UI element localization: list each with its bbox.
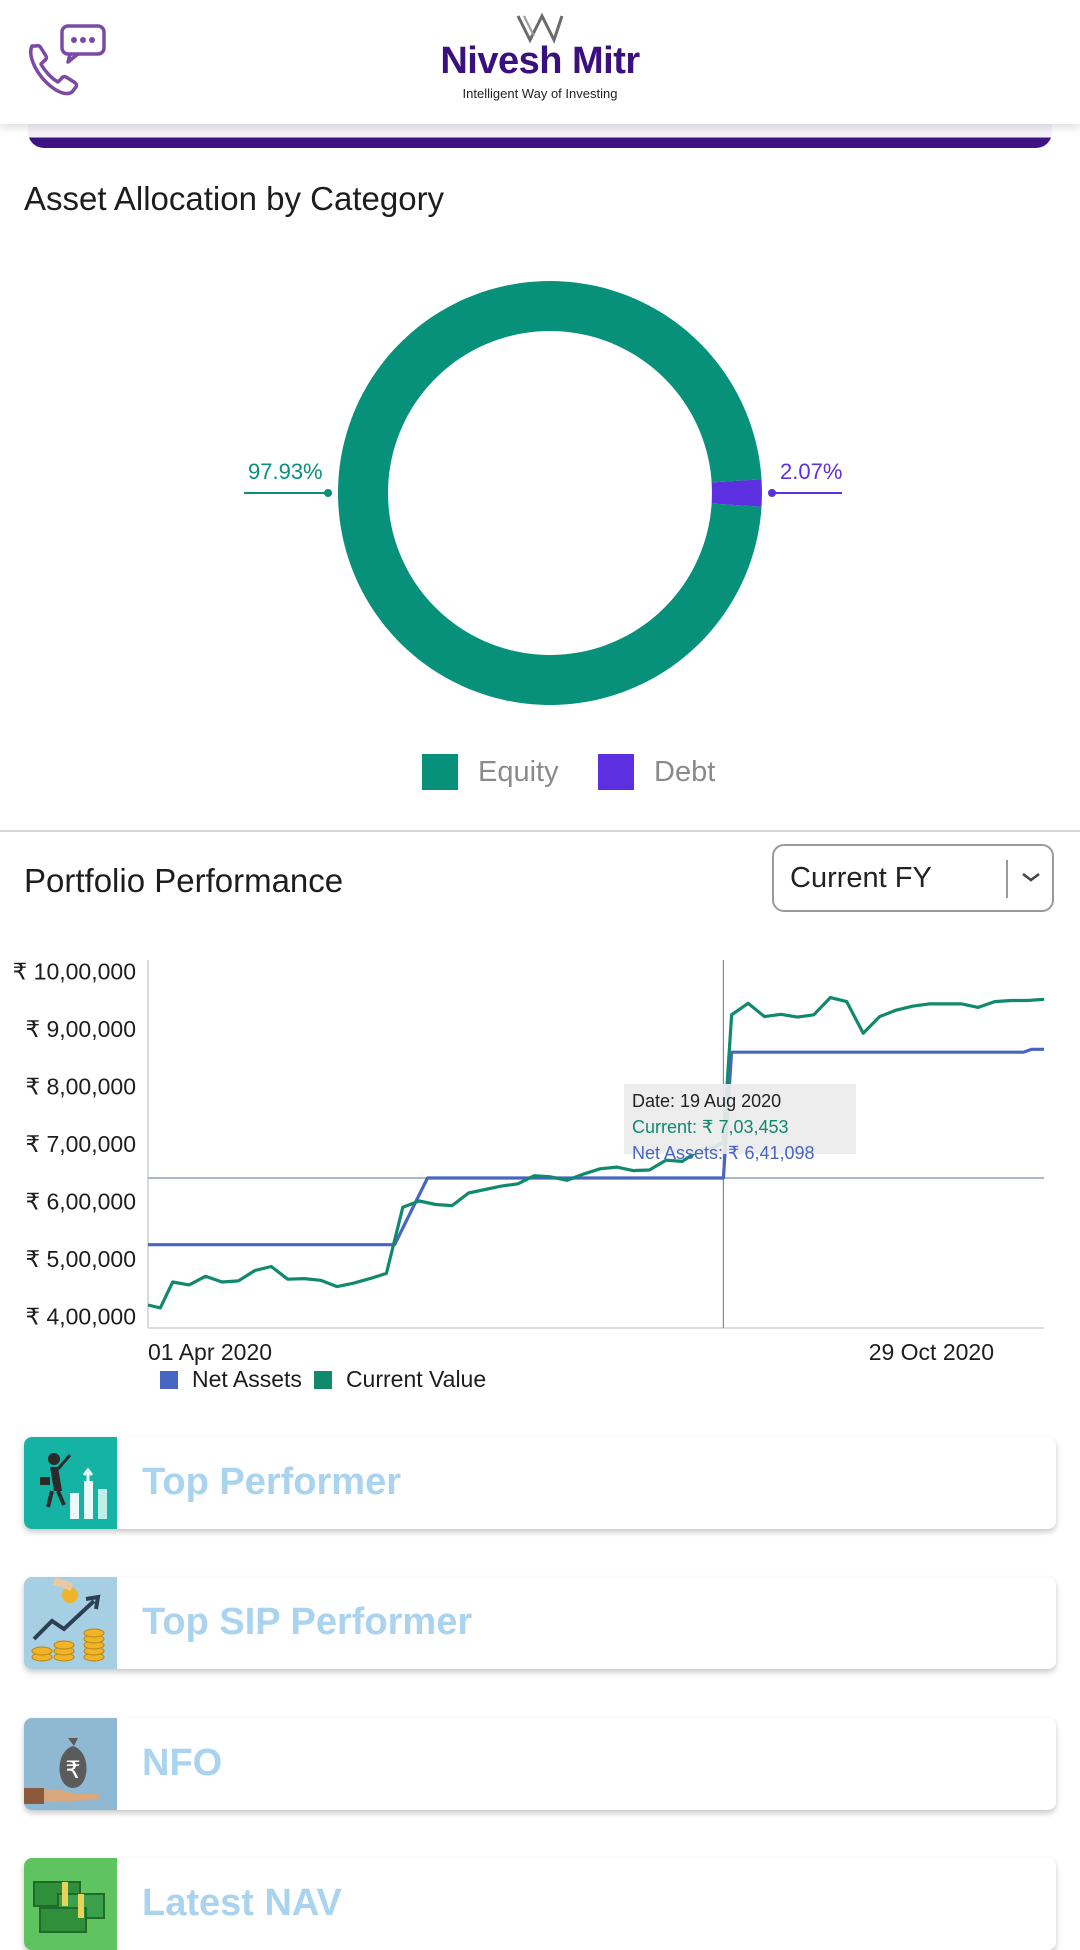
period-select-separator (1006, 860, 1008, 898)
sip-coins-icon (24, 1577, 117, 1669)
legend-item-current-value[interactable]: Current Value (313, 1366, 487, 1393)
menu-card-top-sip-performer[interactable]: Top SIP Performer (24, 1577, 1056, 1669)
x-axis-tick-labels: 01 Apr 2020 29 Oct 2020 (148, 1339, 994, 1365)
tooltip-date: Date: 19 Aug 2020 (632, 1091, 782, 1111)
y-tick-label: ₹ 4,00,000 (25, 1304, 136, 1330)
menu-card-latest-nav[interactable]: Latest NAV (24, 1858, 1056, 1950)
y-tick-label: ₹ 7,00,000 (25, 1131, 136, 1157)
banner-bottom-strip (28, 120, 1052, 148)
y-tick-label: ₹ 9,00,000 (25, 1016, 136, 1042)
legend-label-net-assets: Net Assets (192, 1366, 302, 1392)
series-line-net-assets[interactable] (148, 1047, 1044, 1247)
donut-slice-debt[interactable] (711, 479, 762, 507)
chart-series (147, 995, 1045, 1310)
portfolio-performance-line-chart: ₹ 10,00,000 ₹ 9,00,000 ₹ 8,00,000 ₹ 7,00,00… (13, 959, 1045, 1365)
debt-data-label-dot (768, 489, 776, 497)
menu-card-nfo[interactable]: ₹ NFO (24, 1718, 1056, 1810)
chart-tooltip: Date: 19 Aug 2020 Current: ₹ 7,03,453 Ne… (624, 1084, 856, 1163)
series-line-current-value[interactable] (147, 995, 1045, 1310)
svg-text:₹: ₹ (65, 1756, 80, 1784)
tooltip-net-assets: Net Assets: ₹ 6,41,098 (632, 1143, 815, 1163)
y-tick-label: ₹ 10,00,000 (13, 959, 136, 985)
y-tick-label: ₹ 5,00,000 (25, 1246, 136, 1272)
legend-item-net-assets[interactable]: Net Assets (160, 1366, 302, 1393)
period-select[interactable]: Current FY (772, 844, 1054, 912)
y-tick-label: ₹ 6,00,000 (25, 1189, 136, 1215)
asset-allocation-title: Asset Allocation by Category (24, 180, 445, 217)
cash-stack-icon (24, 1858, 117, 1950)
legend-swatch-net-assets (160, 1370, 178, 1389)
period-select-value: Current FY (790, 862, 932, 894)
legend-item-equity[interactable]: Equity (422, 754, 559, 790)
call-chat-support-icon[interactable] (26, 24, 108, 96)
asset-allocation-legend: Equity Debt (0, 754, 1080, 794)
app-header: Nivesh Mitr Intelligent Way of Investing (0, 0, 1080, 124)
legend-swatch-current-value (313, 1370, 332, 1389)
brand-logo: Nivesh Mitr Intelligent Way of Investing (420, 10, 660, 110)
debt-data-label: 2.07% (780, 459, 842, 484)
legend-item-debt[interactable]: Debt (598, 754, 715, 790)
performance-legend: Net Assets Current Value (160, 1366, 498, 1393)
menu-card-label: NFO (142, 1742, 223, 1784)
menu-card-label: Latest NAV (142, 1882, 342, 1924)
legend-swatch-equity (422, 754, 458, 790)
menu-card-label: Top Performer (142, 1461, 402, 1503)
x-tick-label: 01 Apr 2020 (148, 1339, 272, 1365)
asset-allocation-donut-chart: 97.93% 2.07% (244, 281, 842, 705)
chevron-down-icon[interactable] (1018, 864, 1044, 890)
brand-mark-icon (516, 12, 564, 44)
tooltip-current-value: Current: ₹ 7,03,453 (632, 1117, 789, 1137)
section-divider (0, 830, 1080, 832)
money-bag-icon: ₹ (24, 1718, 117, 1810)
y-axis-tick-labels: ₹ 10,00,000 ₹ 9,00,000 ₹ 8,00,000 ₹ 7,00,00… (13, 959, 136, 1330)
donut-slice-equity[interactable] (338, 281, 762, 705)
equity-data-label: 97.93% (248, 459, 323, 484)
legend-label-equity: Equity (478, 755, 559, 788)
y-tick-label: ₹ 8,00,000 (25, 1074, 136, 1100)
legend-swatch-debt (598, 754, 634, 790)
brand-tagline: Intelligent Way of Investing (462, 86, 618, 101)
portfolio-performance-title: Portfolio Performance (24, 862, 344, 899)
legend-label-current-value: Current Value (345, 1366, 487, 1392)
top-performer-icon (24, 1437, 117, 1529)
menu-card-top-performer[interactable]: Top Performer (24, 1437, 1056, 1529)
x-tick-label: 29 Oct 2020 (869, 1339, 994, 1365)
menu-card-label: Top SIP Performer (142, 1601, 473, 1643)
brand-name: Nivesh Mitr (440, 40, 640, 82)
legend-label-debt: Debt (654, 755, 716, 788)
equity-data-label-dot (324, 489, 332, 497)
